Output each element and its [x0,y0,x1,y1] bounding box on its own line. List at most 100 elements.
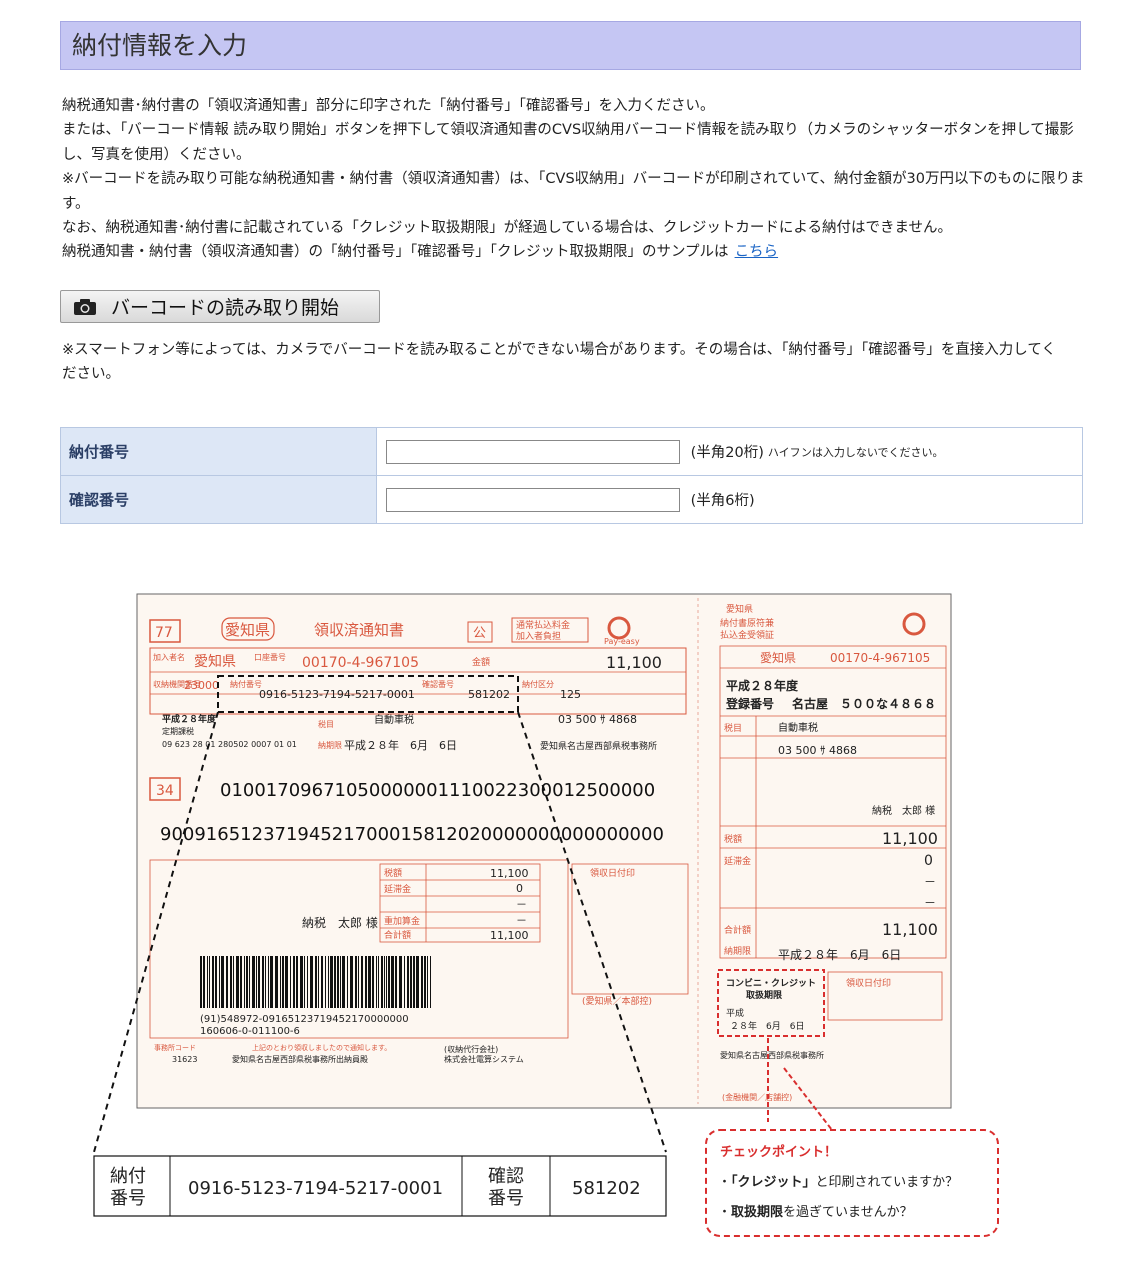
instruction-line: なお、納税通知書･納付書に記載されている「クレジット取扱期限」が経過している場合… [62,220,953,237]
svg-text:125: 125 [560,688,581,701]
instruction-line: 納税通知書･納付書の「領収済通知書」部分に印字された「納付番号」「確認番号」を入… [62,98,715,114]
sample-text: 納税通知書・納付書（領収済通知書）の「納付番号」「確認番号」「クレジット取扱期限… [62,244,729,261]
svg-text:税額: 税額 [724,833,742,845]
zoom-payment-number: 0916-5123-7194-5217-0001 [188,1178,443,1199]
svg-text:納付区分: 納付区分 [522,679,554,689]
svg-text:納税 太郎 様: 納税 太郎 様 [302,915,378,930]
svg-text:税額: 税額 [384,867,402,879]
payment-number-row: 納付番号 (半角20桁) ハイフンは入力しないでください。 [60,427,1083,476]
svg-text:領収日付印: 領収日付印 [846,977,891,989]
zoom-confirm-number: 581202 [572,1178,641,1199]
svg-text:納付: 納付 [110,1166,146,1187]
svg-text:公: 公 [473,626,486,641]
svg-text:03 500 ｻ 4868: 03 500 ｻ 4868 [558,713,637,726]
instruction-line: ※バーコードを読み取り可能な納税通知書・納付書（領収済通知書）は、「CVS収納用… [62,171,1085,212]
barcode-scan-button[interactable]: バーコードの読み取り開始 [60,290,380,323]
barcode-digits-line2: 9009165123719452170001581202000000000000… [160,824,664,845]
svg-text:－: － [924,896,936,910]
svg-text:確認: 確認 [488,1166,524,1187]
payment-number-label: 納付番号 [60,427,377,476]
sample-link[interactable]: こちら [735,244,779,260]
svg-text:延滞金: 延滞金 [724,855,751,867]
svg-text:定期課税: 定期課税 [162,726,194,736]
svg-text:平成２８年 6月 6日: 平成２８年 6月 6日 [344,738,457,752]
svg-text:平成２８年度: 平成２８年度 [162,713,217,725]
svg-text:－: － [516,898,527,911]
svg-text:平成: 平成 [726,1007,744,1019]
svg-text:・「クレジット」と印刷されていますか？: ・「クレジット」と印刷されていますか？ [718,1174,958,1190]
sample-confirm-number: 581202 [468,688,510,701]
svg-text:番号: 番号 [110,1188,146,1209]
svg-text:00170-4-967105: 00170-4-967105 [302,655,419,671]
svg-text:31623: 31623 [172,1055,197,1064]
svg-text:愛知県: 愛知県 [194,653,236,670]
svg-text:0: 0 [516,882,523,895]
confirm-number-input[interactable] [386,487,680,512]
svg-text:合計額: 合計額 [384,929,411,941]
svg-text:自動車税: 自動車税 [374,713,414,726]
confirm-number-label: 確認番号 [60,475,377,524]
doc-title: 領収済通知書 [314,621,404,639]
svg-text:加入者名: 加入者名 [153,652,185,662]
svg-text:平成２８年 6月 6日: 平成２８年 6月 6日 [778,948,901,962]
camera-note: ※スマートフォン等によっては、カメラでバーコードを読み取ることができない場合があ… [62,342,1056,383]
svg-text:納期限: 納期限 [724,945,751,957]
pay-easy-logo: Pay-easy [604,637,640,646]
svg-text:払込金受領証: 払込金受領証 [720,629,774,641]
svg-text:延滞金: 延滞金 [384,883,411,895]
svg-text:00170-4-967105: 00170-4-967105 [830,651,930,665]
svg-text:株式会社電算システム: 株式会社電算システム [444,1054,524,1064]
svg-text:加入者負担: 加入者負担 [516,630,561,642]
checkpoint-title: チェックポイント！ [720,1144,837,1160]
sample-payment-number: 0916-5123-7194-5217-0001 [259,688,415,701]
svg-text:11,100: 11,100 [882,920,938,939]
svg-text:11,100: 11,100 [490,867,529,880]
svg-text:平成２８年度: 平成２８年度 [726,678,799,693]
instruction-line: 納税通知書・納付書（領収済通知書）の「納付番号」「確認番号」「クレジット取扱期限… [62,240,1087,264]
svg-text:(収納代行会社): (収納代行会社) [444,1044,498,1054]
payment-number-subhint: ハイフンは入力しないでください。 [767,445,944,459]
svg-text:上記のとおり領収しましたので通知します。: 上記のとおり領収しましたので通知します。 [252,1043,391,1052]
svg-text:11,100: 11,100 [490,929,529,942]
svg-text:税目: 税目 [318,719,334,729]
registration-number: 名古屋 ５００な４８６８ [792,696,936,711]
confirm-number-row: 確認番号 (半角6桁) [60,475,1083,524]
svg-text:番号: 番号 [488,1188,524,1209]
instruction-line: または、「バーコード情報 読み取り開始」ボタンを押下して領収済通知書のCVS収納… [62,122,1074,163]
svg-text:03 500 ｻ 4868: 03 500 ｻ 4868 [778,744,857,757]
svg-text:登録番号: 登録番号 [725,696,774,711]
svg-text:重加算金: 重加算金 [384,915,420,927]
svg-text:合計額: 合計額 [724,924,751,936]
svg-text:納期限: 納期限 [318,740,342,750]
svg-text:愛知県名古屋西部県税事務所出納員殿: 愛知県名古屋西部県税事務所出納員殿 [232,1054,368,1064]
instructions: 納税通知書･納付書の「領収済通知書」部分に印字された「納付番号」「確認番号」を入… [62,94,1087,265]
page-title: 納付情報を入力 [72,31,248,60]
svg-text:２８年 6月 6日: ２８年 6月 6日 [730,1020,804,1032]
svg-text:23000: 23000 [184,679,219,692]
svg-text:納付書原符兼: 納付書原符兼 [720,617,774,629]
svg-text:愛知県: 愛知県 [760,651,796,665]
svg-text:34: 34 [156,783,174,799]
svg-text:160606-0-011100-6: 160606-0-011100-6 [200,1026,300,1037]
svg-text:09 623 28 01 280502 0007 01 01: 09 623 28 01 280502 0007 01 01 [162,740,297,749]
payment-number-input[interactable] [386,439,680,464]
page-header: 納付情報を入力 [60,21,1081,70]
payment-number-hint: (半角20桁) [690,445,764,461]
svg-text:愛知県: 愛知県 [726,603,753,615]
svg-text:税目: 税目 [724,722,742,734]
svg-text:事務所コード: 事務所コード [154,1043,196,1052]
barcode-digits-line1: 01001709671050000001110022300012500000 [220,780,655,801]
payment-form: 納付番号 (半角20桁) ハイフンは入力しないでください。 確認番号 (半角6桁) [60,427,1083,524]
svg-text:－: － [924,875,936,889]
svg-text:(91)548972-0916512371945217000: (91)548972-09165123719452170000000 [200,1014,409,1025]
tax-notice-sample-image: 77 愛知県 領収済通知書 公 通常払込料金 加入者負担 Pay-easy 加入… [93,593,999,1237]
svg-text:金額: 金額 [472,656,490,668]
zoom-table: 納付 番号 0916-5123-7194-5217-0001 確認 番号 581… [93,1155,667,1217]
svg-text:－: － [516,914,527,927]
svg-text:口座番号: 口座番号 [254,652,286,662]
confirm-number-hint: (半角6桁) [690,493,755,509]
credit-title: コンビニ・クレジット [726,977,816,989]
svg-text:自動車税: 自動車税 [778,721,818,734]
svg-text:領収日付印: 領収日付印 [590,867,635,879]
svg-text:取扱期限: 取扱期限 [746,989,783,1001]
